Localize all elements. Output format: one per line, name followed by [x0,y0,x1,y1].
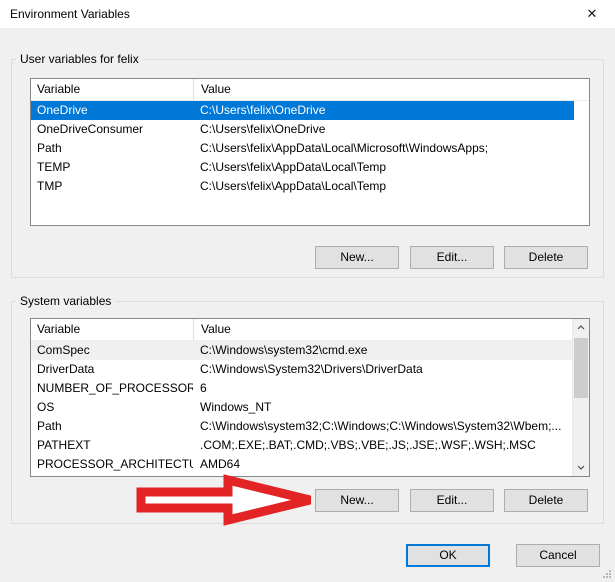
environment-variables-dialog: Environment Variables ✕ User variables f… [0,0,615,582]
system-delete-button[interactable]: Delete [504,489,588,512]
table-row-tmp[interactable]: TMP C:\Users\felix\AppData\Local\Temp [31,177,574,196]
cancel-button[interactable]: Cancel [516,544,600,567]
variable-value-cell: .COM;.EXE;.BAT;.CMD;.VBS;.VBE;.JS;.JSE;.… [193,436,573,455]
variable-name-cell: PATHEXT [31,436,193,455]
variable-name-cell: Path [31,139,193,158]
table-row-onedriveconsumer[interactable]: OneDriveConsumer C:\Users\felix\OneDrive [31,120,574,139]
scroll-down-button[interactable] [573,459,589,476]
variable-value-cell: C:\Users\felix\AppData\Local\Microsoft\W… [193,139,574,158]
user-new-button[interactable]: New... [315,246,399,269]
table-row-driverdata[interactable]: DriverData C:\Windows\System32\Drivers\D… [31,360,573,379]
table-row-path[interactable]: Path C:\Windows\system32;C:\Windows;C:\W… [31,417,573,436]
variable-value-cell: C:\Windows\system32\cmd.exe [193,341,573,360]
resize-grip[interactable] [601,568,611,578]
window-title: Environment Variables [10,7,130,21]
variable-name-cell: Path [31,417,193,436]
table-row-os[interactable]: OS Windows_NT [31,398,573,417]
table-row-temp[interactable]: TEMP C:\Users\felix\AppData\Local\Temp [31,158,574,177]
user-delete-button[interactable]: Delete [504,246,588,269]
system-variables-table: Variable Value ComSpec C:\Windows\system… [30,318,590,477]
ok-button[interactable]: OK [406,544,490,567]
scroll-up-button[interactable] [573,319,589,336]
user-table-header: Variable Value [31,79,589,101]
variable-value-cell: C:\Windows\system32;C:\Windows;C:\Window… [193,417,573,436]
variable-name-cell: TMP [31,177,193,196]
variable-value-cell: C:\Users\felix\AppData\Local\Temp [193,177,574,196]
chevron-up-icon [577,325,585,330]
table-row-processor-architecture[interactable]: PROCESSOR_ARCHITECTURE AMD64 [31,455,573,474]
system-table-rows: ComSpec C:\Windows\system32\cmd.exe Driv… [31,341,573,474]
variable-value-cell: C:\Users\felix\OneDrive [193,101,574,120]
table-row-onedrive[interactable]: OneDrive C:\Users\felix\OneDrive [31,101,574,120]
variable-name-cell: ComSpec [31,341,193,360]
table-row-comspec[interactable]: ComSpec C:\Windows\system32\cmd.exe [31,341,573,360]
user-variables-label: User variables for felix [16,52,143,66]
variable-name-cell: DriverData [31,360,193,379]
scroll-thumb[interactable] [574,338,588,398]
user-table-rows: OneDrive C:\Users\felix\OneDrive OneDriv… [31,101,589,196]
chevron-down-icon [577,465,585,470]
system-new-button[interactable]: New... [315,489,399,512]
column-header-variable[interactable]: Variable [31,319,194,340]
variable-value-cell: Windows_NT [193,398,573,417]
variable-value-cell: C:\Users\felix\OneDrive [193,120,574,139]
title-bar: Environment Variables ✕ [0,0,615,28]
column-header-value[interactable]: Value [194,79,589,100]
variable-name-cell: NUMBER_OF_PROCESSORS [31,379,193,398]
variable-name-cell: OneDriveConsumer [31,120,193,139]
user-variables-table: Variable Value OneDrive C:\Users\felix\O… [30,78,590,226]
system-edit-button[interactable]: Edit... [410,489,494,512]
user-edit-button[interactable]: Edit... [410,246,494,269]
variable-value-cell: C:\Users\felix\AppData\Local\Temp [193,158,574,177]
close-button[interactable]: ✕ [577,3,607,25]
variable-name-cell: PROCESSOR_ARCHITECTURE [31,455,193,474]
system-table-header: Variable Value [31,319,573,341]
column-header-value[interactable]: Value [194,319,573,340]
variable-name-cell: OS [31,398,193,417]
variable-value-cell: C:\Windows\System32\Drivers\DriverData [193,360,573,379]
table-row-number-of-processors[interactable]: NUMBER_OF_PROCESSORS 6 [31,379,573,398]
variable-value-cell: AMD64 [193,455,573,474]
column-header-variable[interactable]: Variable [31,79,194,100]
system-table-viewport: Variable Value ComSpec C:\Windows\system… [31,319,573,476]
table-row-path[interactable]: Path C:\Users\felix\AppData\Local\Micros… [31,139,574,158]
table-row-pathext[interactable]: PATHEXT .COM;.EXE;.BAT;.CMD;.VBS;.VBE;.J… [31,436,573,455]
variable-name-cell: TEMP [31,158,193,177]
variable-value-cell: 6 [193,379,573,398]
variable-name-cell: OneDrive [31,101,193,120]
system-variables-label: System variables [16,294,115,308]
close-icon: ✕ [587,6,598,21]
scrollbar[interactable] [572,319,589,476]
